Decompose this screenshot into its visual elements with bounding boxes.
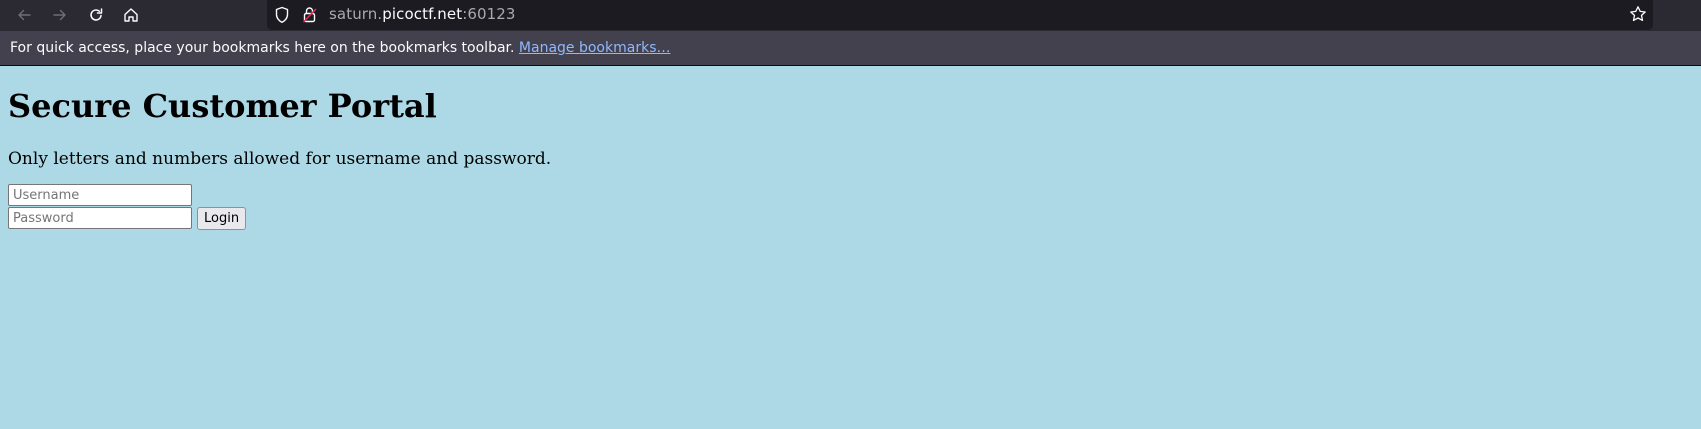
home-icon xyxy=(124,8,138,22)
reload-button[interactable] xyxy=(81,0,111,30)
forward-button[interactable] xyxy=(45,0,75,30)
password-input[interactable] xyxy=(8,207,192,229)
username-input[interactable] xyxy=(8,184,192,206)
browser-toolbar: saturn.picoctf.net:60123 xyxy=(0,0,1701,31)
url-subdomain: saturn. xyxy=(329,5,383,23)
url-text[interactable]: saturn.picoctf.net:60123 xyxy=(329,5,516,23)
page-title: Secure Customer Portal xyxy=(8,87,437,125)
back-button[interactable] xyxy=(9,0,39,30)
login-button[interactable]: Login xyxy=(197,207,247,230)
bookmarks-hint-text: For quick access, place your bookmarks h… xyxy=(10,40,519,56)
back-arrow-icon xyxy=(18,9,31,21)
shield-icon[interactable] xyxy=(274,6,290,28)
url-domain: picoctf.net xyxy=(382,5,463,23)
page-content: Secure Customer Portal Only letters and … xyxy=(0,67,1701,429)
home-button[interactable] xyxy=(116,0,146,30)
star-icon[interactable] xyxy=(1629,5,1647,27)
insecure-lock-icon[interactable] xyxy=(302,6,318,28)
url-port: :60123 xyxy=(462,5,516,23)
forward-arrow-icon xyxy=(53,9,66,21)
reload-icon xyxy=(90,8,103,21)
bookmarks-toolbar: For quick access, place your bookmarks h… xyxy=(0,31,1701,66)
bookmarks-message: For quick access, place your bookmarks h… xyxy=(10,40,670,56)
input-rules-note: Only letters and numbers allowed for use… xyxy=(8,149,552,169)
address-bar[interactable]: saturn.picoctf.net:60123 xyxy=(267,0,1653,30)
manage-bookmarks-link[interactable]: Manage bookmarks… xyxy=(519,40,671,56)
